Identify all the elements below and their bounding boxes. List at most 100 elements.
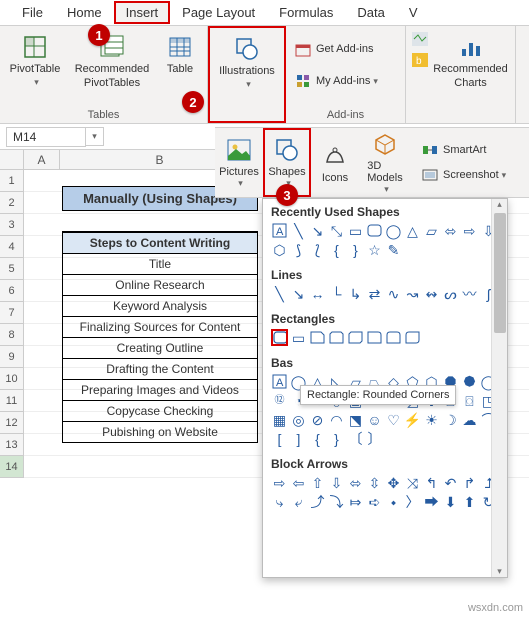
shape-bracket-r[interactable]: ] xyxy=(290,430,307,447)
col-header-a[interactable]: A xyxy=(24,150,60,169)
shape-bevel[interactable]: ▦ xyxy=(271,411,288,428)
3d-models-button[interactable]: 3D Models ▾ xyxy=(359,128,411,197)
row-header[interactable]: 8 xyxy=(0,324,24,346)
shape-arrow-bent[interactable]: ↰ xyxy=(423,474,440,491)
shape-rect[interactable]: ▭ xyxy=(347,222,364,239)
shape-donut[interactable]: ◎ xyxy=(290,411,307,428)
shape-curve2[interactable]: ⟅ xyxy=(309,241,326,258)
shape-line[interactable]: ╲ xyxy=(290,222,307,239)
shape-moon[interactable]: ☽ xyxy=(442,411,459,428)
shape-line[interactable]: ╲ xyxy=(271,285,288,302)
shape-snip1[interactable] xyxy=(309,329,326,346)
table-cell[interactable]: Title xyxy=(62,254,258,275)
shape-arrow-curv-r[interactable]: ⤷ xyxy=(271,493,288,510)
pivottable-button[interactable]: PivotTable ▾ xyxy=(4,28,66,88)
shape-arrow-uturn[interactable]: ↶ xyxy=(442,474,459,491)
shape-arrow-u[interactable]: ⇧ xyxy=(309,474,326,491)
shape-rounded-rectangle[interactable] xyxy=(271,329,288,346)
shape-heart[interactable]: ♡ xyxy=(385,411,402,428)
tab-file[interactable]: File xyxy=(10,1,55,24)
map-icon[interactable] xyxy=(412,32,428,49)
shape-round1[interactable] xyxy=(366,329,383,346)
shape-arrow-striped[interactable]: ⤇ xyxy=(347,493,364,510)
smartart-button[interactable]: SmartArt xyxy=(417,139,529,161)
illustrations-button[interactable]: Illustrations ▾ xyxy=(214,30,280,90)
shape-arrow-r[interactable]: ⇨ xyxy=(271,474,288,491)
shape-arrow-lur[interactable]: ↱ xyxy=(461,474,478,491)
shape-arrow-lr[interactable]: ⬄ xyxy=(442,222,459,239)
shape-brace-r[interactable]: } xyxy=(328,430,345,447)
shape-flowrect[interactable]: ▱ xyxy=(423,222,440,239)
shape-freeform[interactable]: ᔕ xyxy=(442,285,459,302)
shape-elbow-double[interactable]: ⇄ xyxy=(366,285,383,302)
name-box-dropdown[interactable]: ▾ xyxy=(86,127,104,146)
shape-sun[interactable]: ☀ xyxy=(423,411,440,428)
my-addins-button[interactable]: My Add-ins ▾ xyxy=(290,70,382,92)
tab-formulas[interactable]: Formulas xyxy=(267,1,345,24)
shape-round2[interactable] xyxy=(385,329,402,346)
icons-button[interactable]: Icons xyxy=(311,128,359,197)
shape-cloud[interactable]: ☁ xyxy=(461,411,478,428)
tab-data[interactable]: Data xyxy=(345,1,396,24)
shape-fold[interactable]: ⬔ xyxy=(347,411,364,428)
shape-curve-double[interactable]: ↭ xyxy=(423,285,440,302)
row-header[interactable]: 5 xyxy=(0,258,24,280)
shape-elbow[interactable]: └ xyxy=(328,285,345,302)
scrollbar[interactable]: ▴ ▾ xyxy=(491,199,507,577)
shape-rect[interactable]: ▭ xyxy=(290,329,307,346)
shape-arrow-d[interactable]: ⇩ xyxy=(328,474,345,491)
table-cell[interactable]: Copycase Checking xyxy=(62,401,258,422)
shape-12[interactable]: ⑫ xyxy=(271,392,288,409)
shape-roundrect[interactable] xyxy=(366,222,383,239)
recommended-charts-button[interactable]: Recommended Charts xyxy=(430,28,511,91)
table-cell[interactable]: Finalizing Sources for Content xyxy=(62,317,258,338)
shape-scribble[interactable]: 〰 xyxy=(461,285,478,302)
shape-block-arc[interactable]: ◠ xyxy=(328,411,345,428)
shape-dbl-bracket[interactable]: 〔 xyxy=(347,430,364,447)
table-cell[interactable]: Pubishing on Website xyxy=(62,422,258,443)
table-cell[interactable]: Preparing Images and Videos xyxy=(62,380,258,401)
shape-arrow-curv-d[interactable]: ⤵ xyxy=(328,493,345,510)
shape-arrow-lru[interactable]: ⤨ xyxy=(404,474,421,491)
shape-arrow-r[interactable]: ⇨ xyxy=(461,222,478,239)
row-header[interactable]: 14 xyxy=(0,456,24,478)
scroll-thumb[interactable] xyxy=(494,213,506,333)
shape-round-diag[interactable] xyxy=(404,329,421,346)
row-header[interactable]: 1 xyxy=(0,170,24,192)
shape-arrow-curv-u[interactable]: ⤴ xyxy=(309,493,326,510)
shape-star[interactable]: ☆ xyxy=(366,241,383,258)
screenshot-button[interactable]: Screenshot ▾ xyxy=(417,164,529,186)
row-header[interactable]: 4 xyxy=(0,236,24,258)
tab-pagelayout[interactable]: Page Layout xyxy=(170,1,267,24)
shape-arrow-chevron[interactable]: 〉 xyxy=(404,493,421,510)
shape-triangle[interactable]: △ xyxy=(404,222,421,239)
shape-hex[interactable]: ⬡ xyxy=(271,241,288,258)
shape-lightning[interactable]: ⚡ xyxy=(404,411,421,428)
shape-snip2[interactable] xyxy=(328,329,345,346)
shape-oct[interactable]: ⯄ xyxy=(461,373,478,390)
shape-curve[interactable]: ∿ xyxy=(385,285,402,302)
tab-insert[interactable]: Insert xyxy=(114,1,171,24)
shape-snip-diag[interactable] xyxy=(347,329,364,346)
shape-arrow-pent[interactable]: ⬩ xyxy=(385,493,402,510)
shape-curve-arrow[interactable]: ↝ xyxy=(404,285,421,302)
shape-brace-r[interactable]: } xyxy=(347,241,364,258)
shape-oval[interactable]: ◯ xyxy=(385,222,402,239)
shape-connector[interactable]: ⤡ xyxy=(328,222,345,239)
table-cell[interactable]: Creating Outline xyxy=(62,338,258,359)
shape-arrow-curv-l[interactable]: ⤶ xyxy=(290,493,307,510)
table-cell[interactable]: Keyword Analysis xyxy=(62,296,258,317)
tab-home[interactable]: Home xyxy=(55,1,114,24)
shape-smile[interactable]: ☺ xyxy=(366,411,383,428)
table-cell[interactable]: Online Research xyxy=(62,275,258,296)
tab-more[interactable]: V xyxy=(397,1,430,24)
pictures-button[interactable]: Pictures ▾ xyxy=(215,128,263,197)
shape-brace-l[interactable]: { xyxy=(328,241,345,258)
shape-arrow-quad[interactable]: ✥ xyxy=(385,474,402,491)
shape-arrow-calld[interactable]: ⬇ xyxy=(442,493,459,510)
shape-elbow-arrow[interactable]: ↳ xyxy=(347,285,364,302)
get-addins-button[interactable]: Get Add-ins xyxy=(290,38,377,60)
shape-dbl-brace[interactable]: 〕 xyxy=(366,430,383,447)
row-header[interactable]: 11 xyxy=(0,390,24,412)
row-header[interactable]: 13 xyxy=(0,434,24,456)
